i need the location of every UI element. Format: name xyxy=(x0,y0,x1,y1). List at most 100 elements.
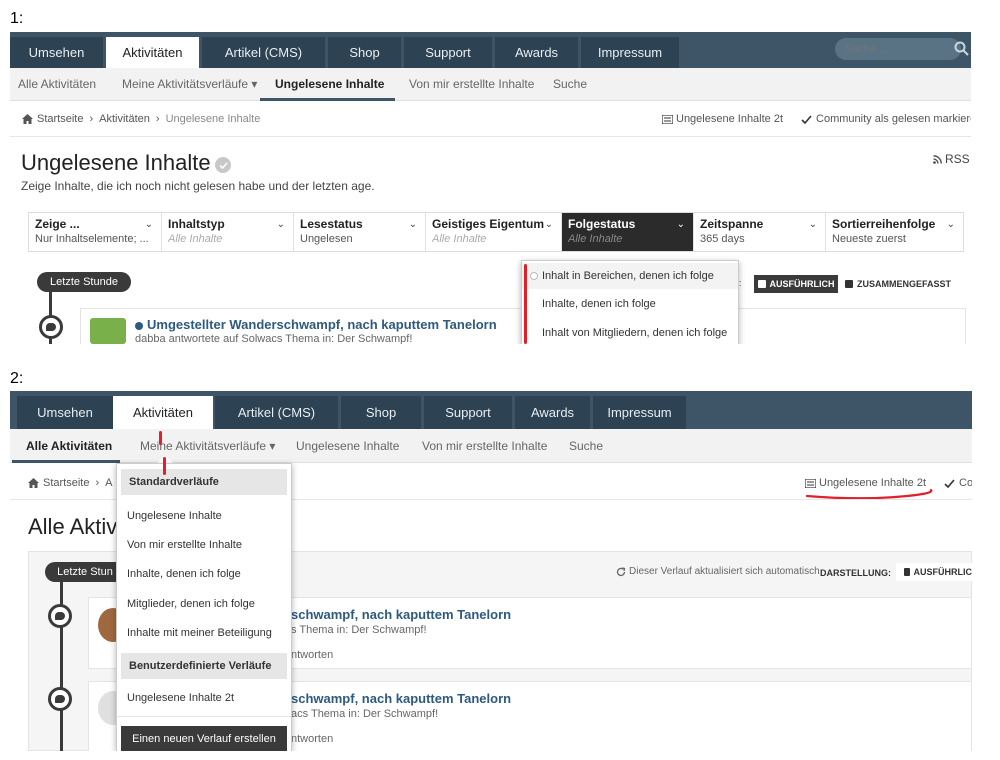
avatar[interactable] xyxy=(90,318,126,344)
subnav-ungelesene-inhalte[interactable]: Ungelesene Inhalte xyxy=(275,68,384,100)
tab-support[interactable]: Support xyxy=(424,396,512,429)
tab-artikel[interactable]: Artikel (CMS) xyxy=(215,396,338,429)
chevron-down-icon: ⌄ xyxy=(276,219,285,230)
subnav-suche[interactable]: Suche xyxy=(553,68,587,100)
page-title: Alle Aktiv xyxy=(28,514,118,539)
filter-geistiges-eigentum[interactable]: Geistiges Eigentum Alle Inhalte ⌄ xyxy=(426,213,562,251)
filter-inhaltstyp[interactable]: Inhaltstyp Alle Inhalte ⌄ xyxy=(162,213,294,251)
filter-lesestatus[interactable]: Lesestatus Ungelesen ⌄ xyxy=(294,213,426,251)
rss-link[interactable]: RSS xyxy=(933,152,970,166)
chevron-down-icon: ⌄ xyxy=(808,219,817,230)
square-icon xyxy=(757,280,766,288)
tab-aktivitaeten[interactable]: Aktivitäten xyxy=(106,37,199,68)
post-title[interactable]: schwampf, nach kaputtem Tanelorn xyxy=(291,607,511,622)
breadcrumb-aktivitaeten[interactable]: Aktivitäten xyxy=(99,113,150,125)
home-icon xyxy=(22,114,33,124)
tab-support[interactable]: Support xyxy=(404,37,492,68)
post-subtitle: acs Thema in: Der Schwampf! xyxy=(291,708,439,720)
screenshot-1: Umsehen Aktivitäten Artikel (CMS) Shop S… xyxy=(10,32,971,344)
stream-icon xyxy=(662,114,673,124)
subnav-von-mir-erstellt[interactable]: Von mir erstellte Inhalte xyxy=(422,429,547,462)
subnav-alle-aktivitaeten[interactable]: Alle Aktivitäten xyxy=(18,68,96,100)
subnav-meine-verlaeufe[interactable]: Meine Aktivitätsverläufe ▾ xyxy=(122,68,257,100)
screenshot-label-2: 2: xyxy=(10,370,24,387)
filter-bar: Zeige ... Nur Inhaltselemente; ... ⌄ Inhal… xyxy=(28,212,964,252)
view-summary-button[interactable]: ZUSAMMENGEFASST xyxy=(842,275,954,293)
breadcrumb-home[interactable]: Startseite xyxy=(43,477,89,489)
chevron-down-icon: ⌄ xyxy=(676,219,685,230)
tab-artikel[interactable]: Artikel (CMS) xyxy=(202,37,325,68)
subnav-suche[interactable]: Suche xyxy=(569,429,603,462)
view-label: DARSTELLUNG: xyxy=(820,568,891,578)
tab-awards[interactable]: Awards xyxy=(495,37,578,68)
filter-folgestatus[interactable]: Folgestatus Alle Inhalte ⌄ xyxy=(562,213,694,251)
sub-nav: Alle Aktivitäten Meine Aktivitätsverläuf… xyxy=(10,429,972,463)
filter-zeige[interactable]: Zeige ... Nur Inhaltselemente; ... ⌄ xyxy=(29,213,162,251)
tab-umsehen[interactable]: Umsehen xyxy=(17,396,113,429)
search-input[interactable] xyxy=(835,38,961,60)
menu-item-mitglieder[interactable]: Inhalt von Mitgliedern, denen ich folge xyxy=(522,318,738,344)
filter-sortierung[interactable]: Sortierreihenfolge Neueste zuerst ⌄ xyxy=(826,213,963,251)
view-detailed-button[interactable]: AUSFÜHRLIC xyxy=(896,563,972,581)
menu-item-beteiligung[interactable]: Inhalte mit meiner Beteiligung xyxy=(117,619,291,647)
post-title[interactable]: Umgestellter Wanderschwampf, nach kaputt… xyxy=(147,317,497,332)
menu-item-ungelesene[interactable]: Ungelesene Inhalte xyxy=(117,502,291,530)
search-icon[interactable] xyxy=(954,41,969,56)
post-title[interactable]: schwampf, nach kaputtem Tanelorn xyxy=(291,691,511,706)
tab-impressum[interactable]: Impressum xyxy=(593,396,686,429)
subnav-alle-aktivitaeten[interactable]: Alle Aktivitäten xyxy=(26,429,112,462)
tab-awards[interactable]: Awards xyxy=(515,396,590,429)
tab-aktivitaeten[interactable]: Aktivitäten xyxy=(113,396,213,429)
tab-umsehen[interactable]: Umsehen xyxy=(10,37,103,68)
tab-shop[interactable]: Shop xyxy=(341,396,421,429)
subnav-active-underline xyxy=(260,98,395,101)
menu-item-bereiche[interactable]: Inhalt in Bereichen, denen ich folge xyxy=(522,263,738,289)
comment-icon xyxy=(48,604,72,628)
auto-update-notice: Dieser Verlauf aktualisiert sich automat… xyxy=(616,566,820,577)
menu-header-custom: Benutzerdefinierte Verläufe xyxy=(121,653,287,679)
link-mark-read-fragment[interactable]: Co xyxy=(959,477,972,489)
main-nav: Umsehen Aktivitäten Artikel (CMS) Shop S… xyxy=(10,391,972,429)
check-icon xyxy=(944,478,955,488)
home-icon xyxy=(28,478,39,488)
subnav-ungelesene-inhalte[interactable]: Ungelesene Inhalte xyxy=(296,429,399,462)
divider xyxy=(10,136,971,137)
view-detailed-button[interactable]: AUSFÜHRLICH xyxy=(754,275,838,293)
radio-icon xyxy=(530,272,538,280)
check-icon xyxy=(801,114,812,124)
refresh-icon xyxy=(616,566,626,576)
breadcrumb-home[interactable]: Startseite xyxy=(37,113,83,125)
post-meta: ntworten xyxy=(291,649,334,661)
breadcrumb-sep: › xyxy=(95,477,100,489)
post-subtitle: dabba antwortete auf Solwacs Thema in: D… xyxy=(135,333,413,344)
rss-icon xyxy=(933,154,942,164)
main-nav: Umsehen Aktivitäten Artikel (CMS) Shop S… xyxy=(10,32,971,68)
square-icon xyxy=(904,568,910,576)
menu-item-inhalte-folge[interactable]: Inhalte, denen ich folge xyxy=(117,560,291,588)
chevron-down-icon: ⌄ xyxy=(144,219,153,230)
unread-dot-icon xyxy=(135,322,143,330)
chevron-down-icon: ⌄ xyxy=(408,219,417,230)
tab-impressum[interactable]: Impressum xyxy=(581,37,679,68)
rss-label: RSS xyxy=(945,152,970,166)
streams-menu: Standardverläufe Ungelesene Inhalte Von … xyxy=(116,463,292,751)
filter-zeitspanne[interactable]: Zeitspanne 365 days ⌄ xyxy=(694,213,826,251)
menu-item-ungelesene-2t[interactable]: Ungelesene Inhalte 2t xyxy=(117,684,291,712)
list-icon xyxy=(844,280,853,288)
link-ungelesene-2t[interactable]: Ungelesene Inhalte 2t xyxy=(676,113,783,125)
annotation-mark xyxy=(163,457,166,475)
breadcrumb-sep: › xyxy=(89,113,94,125)
subnav-active-underline xyxy=(12,460,120,463)
breadcrumb-fragment[interactable]: A xyxy=(105,477,112,489)
link-mark-read[interactable]: Community als gelesen markieren xyxy=(816,113,971,125)
create-stream-button[interactable]: Einen neuen Verlauf erstellen xyxy=(121,726,287,751)
breadcrumb-sep: › xyxy=(155,113,160,125)
subnav-von-mir-erstellt[interactable]: Von mir erstellte Inhalte xyxy=(409,68,534,100)
tab-shop[interactable]: Shop xyxy=(328,37,401,68)
menu-item-mitglieder-folge[interactable]: Mitglieder, denen ich folge xyxy=(117,590,291,618)
menu-item-inhalte[interactable]: Inhalte, denen ich folge xyxy=(522,289,738,318)
menu-header-standard: Standardverläufe xyxy=(121,469,287,495)
menu-item-von-mir[interactable]: Von mir erstellte Inhalte xyxy=(117,531,291,559)
page-actions: Ungelesene Inhalte 2t Community als gele… xyxy=(662,111,971,127)
post-subtitle: s Thema in: Der Schwampf! xyxy=(291,624,427,636)
